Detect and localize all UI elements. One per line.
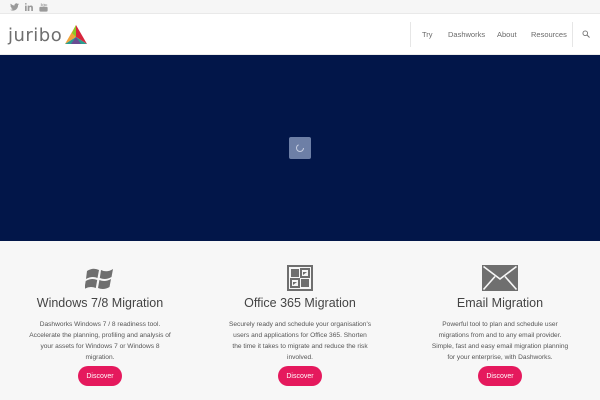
discover-button[interactable]: Discover [278,366,322,386]
linkedin-icon[interactable] [23,2,35,12]
search-button[interactable] [579,27,593,41]
nav-item-about[interactable]: About [497,14,517,55]
top-bar [0,0,600,14]
windows-icon [85,268,113,290]
juribo-logo[interactable]: juribo [8,21,88,49]
feature-description: Securely ready and schedule your organis… [228,321,371,361]
nav-divider [572,22,573,47]
envelope-icon [482,265,518,291]
spinner-icon [296,144,304,152]
logo-text: juribo [8,24,63,46]
features-section: Windows 7/8 Migration Dashworks Windows … [0,241,600,400]
main-header: juribo Try Dashworks About Resources [0,14,600,55]
feature-email-migration: Email Migration Powerful tool to plan an… [400,241,600,400]
feature-title: Email Migration [456,296,544,310]
discover-button[interactable]: Discover [478,366,522,386]
twitter-icon[interactable] [8,2,20,12]
hero-slider [0,55,600,241]
feature-description: Dashworks Windows 7 / 8 readiness tool. … [29,321,171,361]
search-icon [582,30,590,38]
feature-office-365-migration: Office 365 Migration Securely ready and … [200,241,400,400]
feature-windows-migration: Windows 7/8 Migration Dashworks Windows … [0,241,200,400]
youtube-icon[interactable] [37,2,49,12]
nav-item-try[interactable]: Try [422,14,433,55]
feature-title: Windows 7/8 Migration [36,296,164,310]
nav-item-dashworks[interactable]: Dashworks [448,14,485,55]
feature-title: Office 365 Migration [244,296,356,310]
logo-triangle-icon [65,25,88,44]
feature-description: Powerful tool to plan and schedule user … [431,321,569,361]
loading-indicator [289,137,311,159]
office-icon [287,265,313,291]
discover-button[interactable]: Discover [78,366,122,386]
nav-item-resources[interactable]: Resources [531,14,567,55]
nav-divider [410,22,411,47]
